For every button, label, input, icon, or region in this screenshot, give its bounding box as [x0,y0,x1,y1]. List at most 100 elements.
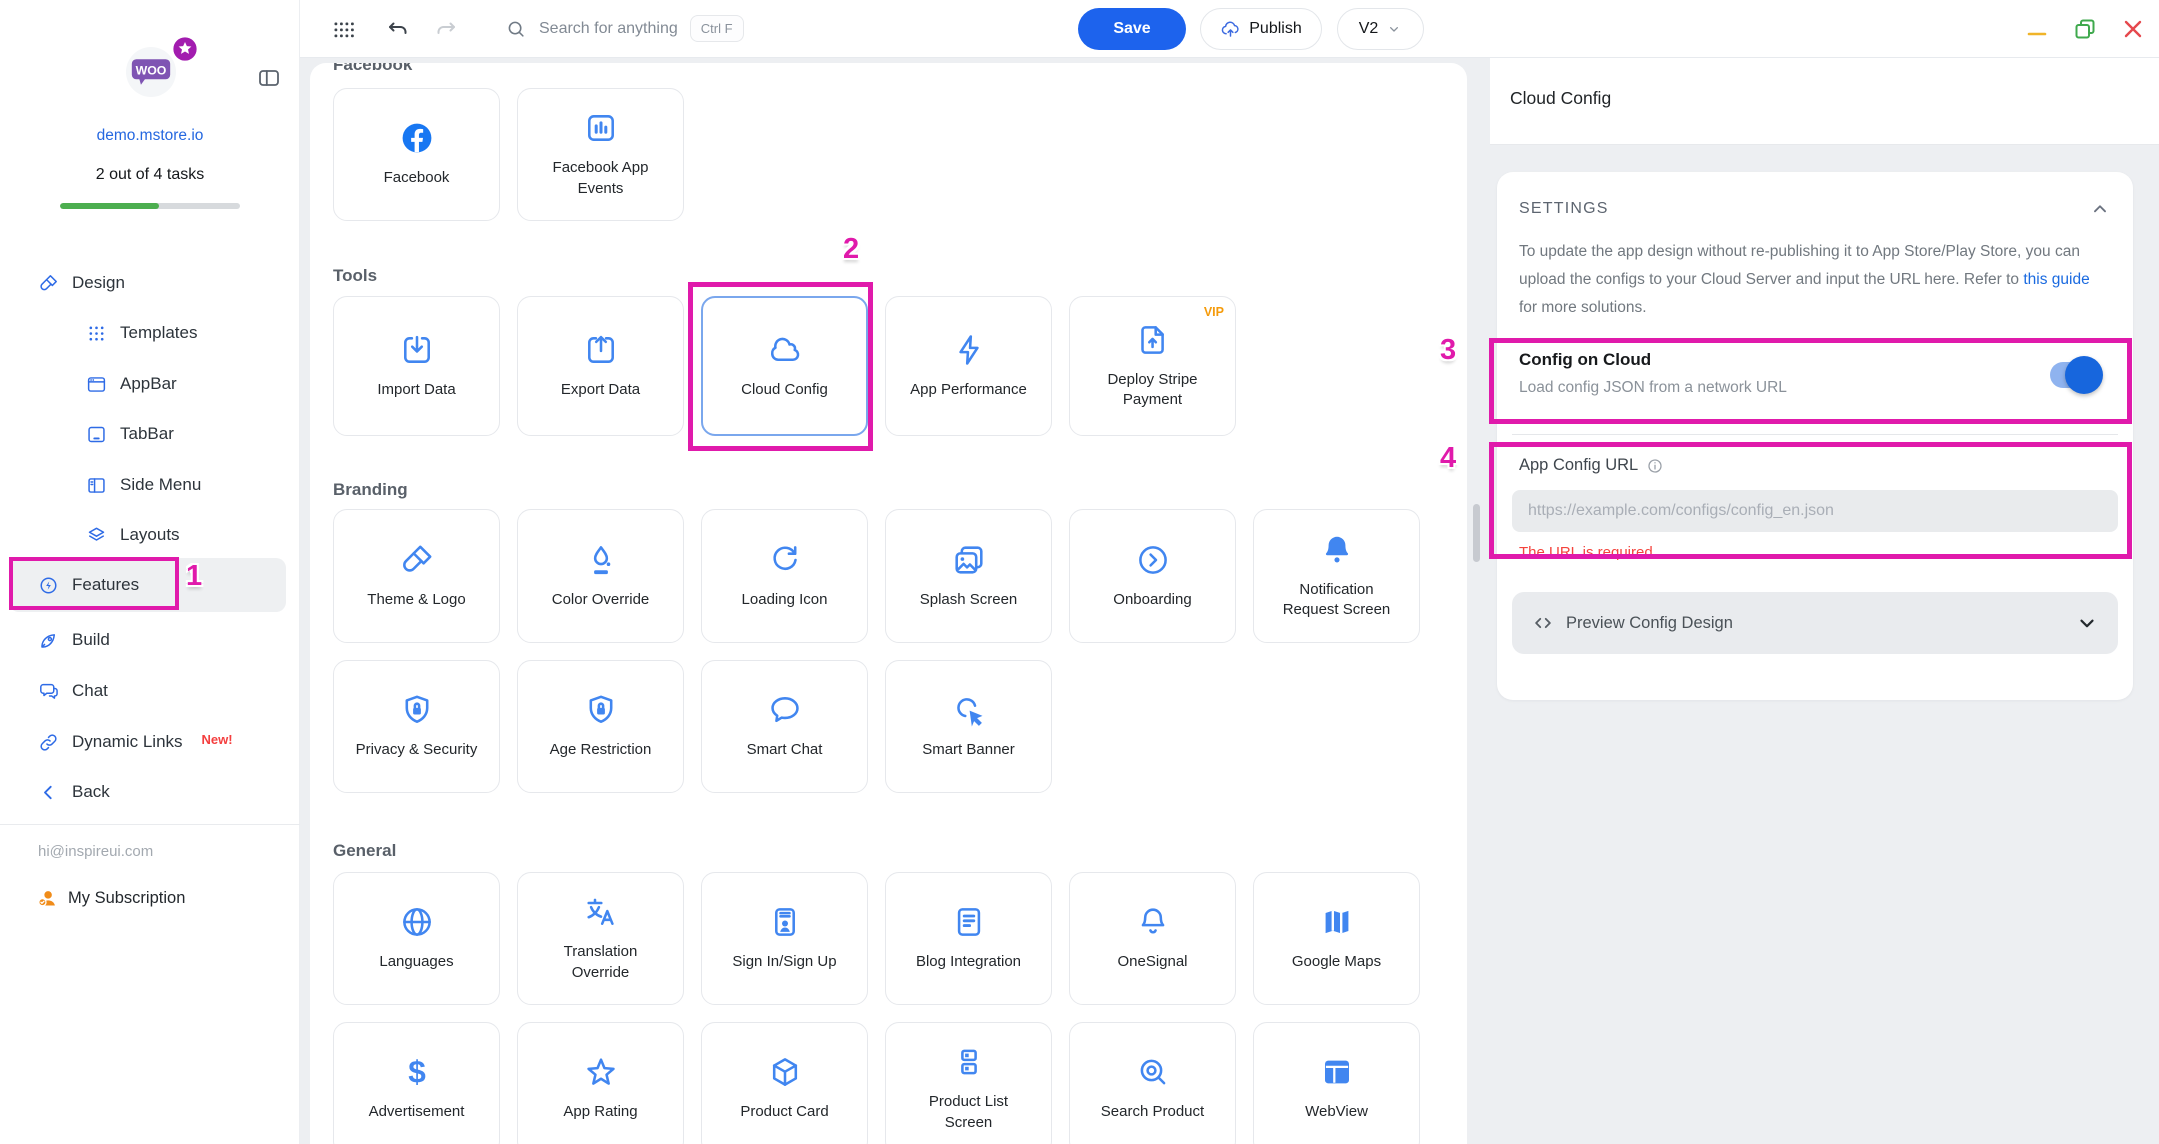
feature-card-smart-banner[interactable]: Smart Banner [885,660,1052,793]
version-dropdown[interactable]: V2 [1337,8,1424,50]
feature-card-app-performance[interactable]: App Performance [885,296,1052,436]
feature-card-advertisement[interactable]: $Advertisement [333,1022,500,1144]
apps-grid-icon[interactable] [332,18,356,42]
site-link[interactable]: demo.mstore.io [0,127,300,145]
sidebar-item-label: Design [72,273,125,293]
feature-card-webview[interactable]: WebView [1253,1022,1420,1144]
feature-card-notification-request-screen[interactable]: Notification Request Screen [1253,509,1420,643]
feature-card-splash-screen[interactable]: Splash Screen [885,509,1052,643]
sidebar-item-my-subscription[interactable]: My Subscription [36,884,185,912]
feature-card-product-card[interactable]: Product Card [701,1022,868,1144]
woocommerce-logo: WOO [130,57,172,87]
list-rows-icon [951,1044,987,1080]
feature-card-deploy-stripe-payment[interactable]: VIPDeploy Stripe Payment [1069,296,1236,436]
app-config-url-input[interactable] [1512,490,2118,532]
feature-card-color-override[interactable]: Color Override [517,509,684,643]
feature-card-privacy-security[interactable]: Privacy & Security [333,660,500,793]
sidebar-item-features[interactable]: Features [38,560,139,610]
translate-icon [583,894,619,930]
detail-panel-header: Cloud Config [1490,58,2159,145]
url-error-message: The URL is required [1519,544,1653,561]
sidebar-item-chat[interactable]: Chat [38,666,108,716]
fb-events-icon [583,110,619,146]
save-button[interactable]: Save [1078,8,1186,50]
new-badge: New! [202,732,233,747]
feature-card-blog-integration[interactable]: Blog Integration [885,872,1052,1005]
sidebar: WOO demo.mstore.io 2 out of 4 tasks Desi… [0,0,300,1144]
feature-card-google-maps[interactable]: Google Maps [1253,872,1420,1005]
feature-card-label: Import Data [357,380,475,400]
global-search[interactable]: Search for anything Ctrl F [505,0,744,57]
circle-arrow-icon [1135,542,1171,578]
feature-card-sign-in-sign-up[interactable]: Sign In/Sign Up [701,872,868,1005]
link-icon [38,732,59,753]
sidebar-item-build[interactable]: Build [38,615,110,665]
collapse-section-icon[interactable] [2089,198,2111,220]
feature-card-smart-chat[interactable]: Smart Chat [701,660,868,793]
close-window-icon[interactable] [2121,17,2145,41]
feature-card-label: Product Card [720,1102,848,1122]
feature-card-facebook[interactable]: Facebook [333,88,500,221]
sidebar-item-design[interactable]: Design [38,258,125,308]
feature-card-export-data[interactable]: Export Data [517,296,684,436]
sidebar-item-dynamic-links[interactable]: Dynamic LinksNew! [38,717,233,767]
feature-card-import-data[interactable]: Import Data [333,296,500,436]
feature-card-label: Smart Banner [902,740,1035,760]
feature-card-label: Age Restriction [530,740,672,760]
feature-card-facebook-app-events[interactable]: Facebook App Events [517,88,684,221]
dollar-icon: $ [399,1054,435,1090]
sidebar-item-side-menu[interactable]: Side Menu [86,460,201,510]
section-header-branding: Branding [333,480,408,500]
guide-link[interactable]: this guide [2023,271,2089,288]
id-card-icon [767,904,803,940]
info-icon[interactable] [1646,457,1664,475]
sidebar-item-label: Templates [120,323,197,343]
scrollbar-thumb[interactable] [1473,504,1480,562]
refresh-icon [767,542,803,578]
sidebar-item-label: TabBar [120,424,174,444]
account-email: hi@inspireui.com [38,843,153,860]
sidebar-item-layouts[interactable]: Layouts [86,510,180,560]
preview-config-design-button[interactable]: Preview Config Design [1512,592,2118,654]
collapse-sidebar-icon[interactable] [257,66,281,90]
sidebar-item-appbar[interactable]: AppBar [86,359,177,409]
publish-button[interactable]: Publish [1200,8,1322,50]
preview-config-design-label: Preview Config Design [1566,614,2064,633]
feature-card-label: Google Maps [1272,952,1401,972]
feature-card-onboarding[interactable]: Onboarding [1069,509,1236,643]
search-placeholder: Search for anything [539,20,678,38]
publish-cloud-icon [1220,19,1241,40]
store-logo: WOO [126,47,176,97]
config-on-cloud-toggle[interactable] [2050,362,2100,388]
feature-card-theme-logo[interactable]: Theme & Logo [333,509,500,643]
feature-card-onesignal[interactable]: OneSignal [1069,872,1236,1005]
undo-icon[interactable] [386,18,410,42]
minimize-window-icon[interactable] [2025,22,2049,46]
sidebar-item-back[interactable]: Back [38,767,110,817]
feature-card-loading-icon[interactable]: Loading Icon [701,509,868,643]
feature-card-label: Blog Integration [896,952,1041,972]
sidebar-item-label: Features [72,575,139,595]
feature-card-translation-override[interactable]: Translation Override [517,872,684,1005]
feature-card-app-rating[interactable]: App Rating [517,1022,684,1144]
restore-window-icon[interactable] [2073,17,2097,41]
click-icon [951,692,987,728]
panel-title: Cloud Config [1510,88,1611,109]
feature-card-label: App Rating [543,1102,657,1122]
feature-card-age-restriction[interactable]: Age Restriction [517,660,684,793]
feature-card-label: Languages [359,952,473,972]
sidebar-item-tabbar[interactable]: TabBar [86,409,174,459]
app-config-url-label: App Config URL [1519,456,1638,475]
facebook-icon [399,120,435,156]
sidebar-item-templates[interactable]: Templates [86,308,197,358]
subscription-icon [36,887,58,909]
bolt-icon [951,332,987,368]
feature-card-search-product[interactable]: Search Product [1069,1022,1236,1144]
feature-card-cloud-config[interactable]: Cloud Config [701,296,868,436]
feature-card-languages[interactable]: Languages [333,872,500,1005]
feature-card-product-list-screen[interactable]: Product List Screen [885,1022,1052,1144]
feature-card-label: Privacy & Security [336,740,498,760]
images-icon [951,542,987,578]
feature-card-label: App Performance [890,380,1047,400]
redo-icon[interactable] [434,18,458,42]
